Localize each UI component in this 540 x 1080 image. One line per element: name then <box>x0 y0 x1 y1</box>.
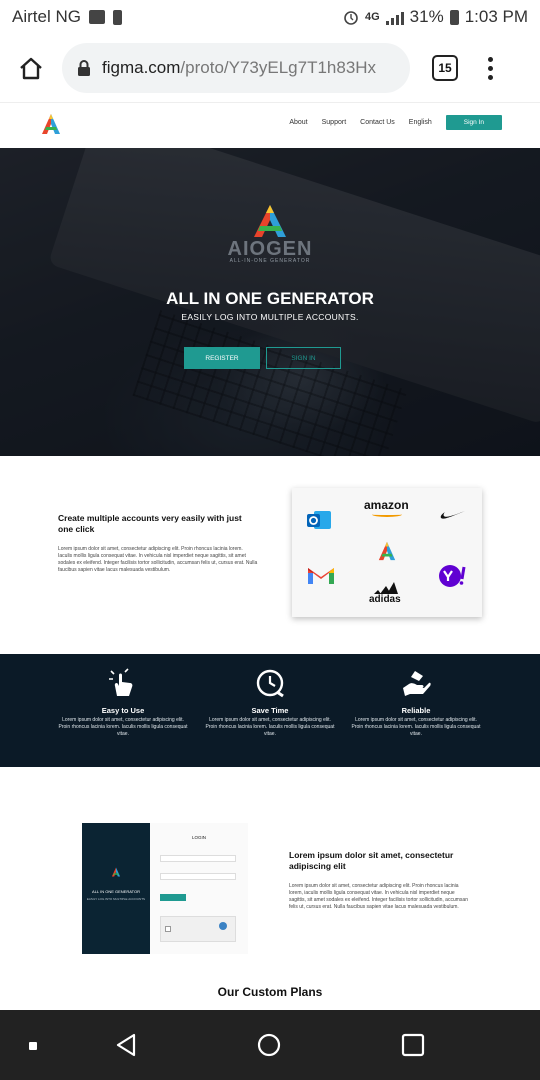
battery-icon <box>449 9 459 25</box>
feature-title: Save Time <box>251 706 289 715</box>
hero-section: AIOGEN ALL-IN-ONE GENERATOR ALL IN ONE G… <box>0 148 540 456</box>
hero-sign-in-button[interactable]: SIGN IN <box>266 347 341 369</box>
url-text: figma.com/proto/Y73yELg7T1h83Hx <box>102 58 376 78</box>
status-bar: Airtel NG 4G 31% 1:03 PM <box>0 0 540 34</box>
site-header: About Support Contact Us English Sign In <box>0 102 540 148</box>
brand-logos-card: amazon adidas <box>292 488 482 617</box>
feature-description: Lorem ipsum dolor sit amet, consectetur … <box>58 717 188 737</box>
feature-description: Lorem ipsum dolor sit amet, consectetur … <box>351 717 481 737</box>
home-nav-icon[interactable] <box>257 1033 281 1057</box>
preview-captcha <box>160 916 236 942</box>
gallery-icon <box>88 10 105 24</box>
address-bar[interactable]: figma.com/proto/Y73yELg7T1h83Hx <box>62 43 410 93</box>
browser-menu-button[interactable] <box>488 56 493 80</box>
section2-body: Lorem ipsum dolor sit amet, consectetur … <box>289 883 468 910</box>
url-domain: figma.com <box>102 58 181 77</box>
carrier-label: Airtel NG <box>12 7 81 26</box>
aiogen-logo-icon[interactable] <box>40 113 62 135</box>
back-icon[interactable] <box>114 1032 138 1058</box>
features-band: Easy to Use Lorem ipsum dolor sit amet, … <box>0 654 540 767</box>
browser-toolbar: figma.com/proto/Y73yELg7T1h83Hx 15 <box>0 34 540 102</box>
multi-account-section: Create multiple accounts very easily wit… <box>0 456 540 654</box>
preview-password-field <box>160 873 236 880</box>
section1-body: Lorem ipsum dolor sit amet, consectetur … <box>58 546 258 573</box>
lock-icon <box>78 60 90 76</box>
section2-heading: Lorem ipsum dolor sit amet, consectetur … <box>289 850 454 871</box>
clock-icon <box>256 669 284 698</box>
gmail-icon <box>308 568 334 584</box>
feature-description: Lorem ipsum dolor sit amet, consectetur … <box>205 717 335 737</box>
nav-about[interactable]: About <box>289 119 307 126</box>
alarm-icon <box>344 11 358 25</box>
adidas-stripes-icon <box>374 582 398 594</box>
amazon-smile-icon <box>372 512 402 517</box>
hand-giving-icon <box>403 671 431 696</box>
register-button[interactable]: REGISTER <box>184 347 260 369</box>
android-nav-bar <box>0 1010 540 1080</box>
battery-notification-icon <box>112 9 122 25</box>
feature-title: Easy to Use <box>101 706 145 715</box>
url-path: /proto/Y73yELg7T1h83Hx <box>180 58 377 77</box>
section1-heading: Create multiple accounts very easily wit… <box>58 513 242 534</box>
hand-tap-icon <box>109 668 133 696</box>
nav-contact-us[interactable]: Contact Us <box>360 119 395 126</box>
hero-subtitle: EASILY LOG INTO MULTIPLE ACCOUNTS. <box>181 312 359 322</box>
preview-submit-button <box>160 894 186 901</box>
header-sign-in-button[interactable]: Sign In <box>445 115 502 130</box>
network-type-label: 4G <box>364 11 380 23</box>
outlook-icon <box>307 511 331 529</box>
hero-logo-icon <box>254 205 286 237</box>
preview-title: ALL IN ONE GENERATOR <box>92 889 140 894</box>
aiogen-card-logo-icon <box>378 541 396 561</box>
nav-support[interactable]: Support <box>322 119 347 126</box>
preview-left-panel: ALL IN ONE GENERATOR EASILY LOG INTO MUL… <box>82 823 150 954</box>
login-preview-section: ALL IN ONE GENERATOR EASILY LOG INTO MUL… <box>0 767 540 1010</box>
preview-email-field <box>160 855 236 862</box>
recents-icon[interactable] <box>401 1033 425 1057</box>
preview-login-title: LOGIN <box>191 835 206 840</box>
signal-icon <box>385 10 404 25</box>
preview-logo-icon <box>111 867 121 877</box>
nav-language[interactable]: English <box>409 119 432 126</box>
site-nav: About Support Contact Us English Sign In <box>289 115 502 130</box>
tab-switcher-button[interactable]: 15 <box>432 55 458 81</box>
preview-login-form: LOGIN <box>150 823 248 954</box>
battery-percent: 31% <box>409 7 444 26</box>
clock-time: 1:03 PM <box>464 7 528 26</box>
yahoo-icon <box>439 565 466 587</box>
preview-subtitle: EASILY LOG INTO MULTIPLE ACCOUNTS <box>86 897 146 901</box>
nike-icon <box>440 511 465 519</box>
login-preview-image: ALL IN ONE GENERATOR EASILY LOG INTO MUL… <box>82 823 248 954</box>
home-button[interactable] <box>14 51 48 85</box>
home-icon <box>20 57 42 80</box>
feature-title: Reliable <box>401 706 431 715</box>
adidas-logo: adidas <box>369 594 401 605</box>
plans-heading: Our Custom Plans <box>217 985 323 999</box>
hero-title: ALL IN ONE GENERATOR <box>166 289 374 308</box>
amazon-logo: amazon <box>364 498 409 512</box>
hero-brand-tagline: ALL-IN-ONE GENERATOR <box>229 258 311 264</box>
nav-indicator-icon <box>29 1042 37 1050</box>
